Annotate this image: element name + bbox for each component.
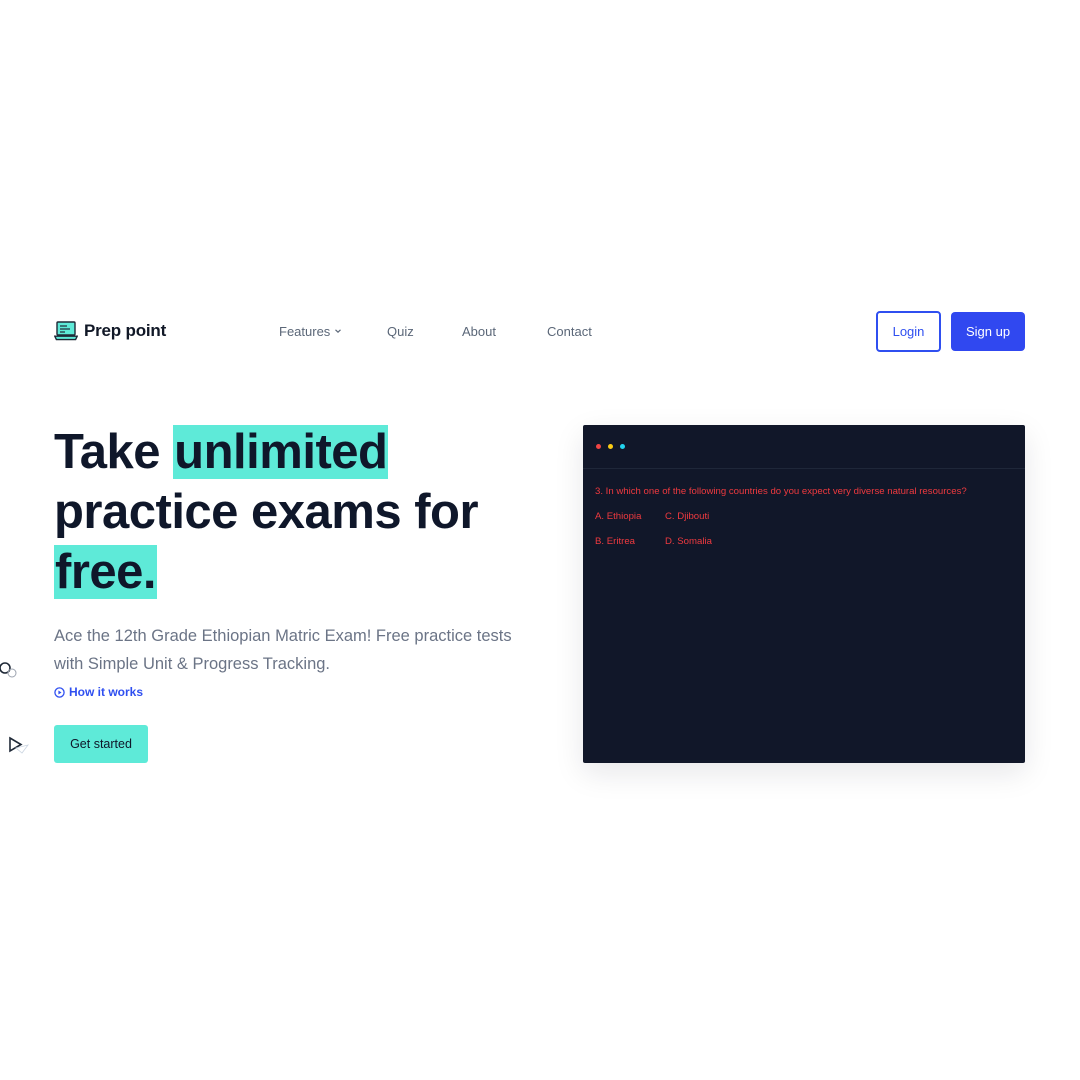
laptop-icon [54,321,78,341]
option-a[interactable]: A. Ethiopia [595,511,641,522]
option-d[interactable]: D. Somalia [665,536,712,547]
nav-quiz[interactable]: Quiz [387,324,462,339]
headline-part1: Take [54,425,174,479]
play-circle-icon [54,686,65,698]
window-dot-cyan [620,444,625,449]
get-started-button[interactable]: Get started [54,725,148,763]
question-text: 3. In which one of the following countri… [595,486,967,497]
main-nav: Features Quiz About Contact [279,322,592,340]
headline-highlight-free: free. [54,545,158,599]
nav-features-label: Features [279,323,331,339]
nav-contact[interactable]: Contact [547,324,592,339]
headline-highlight-unlimited: unlimited [173,425,389,479]
decorative-play-icon [9,736,29,754]
nav-contact-label: Contact [547,323,592,339]
nav-about-label: About [462,323,496,339]
hero-headline: Take unlimited practice exams for free. [54,422,524,602]
option-c[interactable]: C. Djibouti [665,511,709,522]
decorative-circles-icon [0,662,17,678]
window-titlebar [583,425,1025,469]
signup-button[interactable]: Sign up [951,312,1025,351]
window-dot-red [596,444,601,449]
option-b[interactable]: B. Eritrea [595,536,635,547]
brand-logo[interactable]: Prep point [54,318,166,344]
nav-features[interactable]: Features [279,324,387,339]
how-it-works-link[interactable]: How it works [54,685,143,699]
chevron-down-icon [335,329,342,334]
login-button[interactable]: Login [876,311,941,352]
brand-name: Prep point [84,321,167,340]
headline-part2: practice exams for [54,485,479,539]
how-it-works-label: How it works [69,685,144,699]
hero-subtitle: Ace the 12th Grade Ethiopian Matric Exam… [54,627,512,673]
question-window: 3. In which one of the following countri… [583,425,1025,763]
nav-quiz-label: Quiz [387,323,414,339]
nav-about[interactable]: About [462,324,547,339]
window-dot-yellow [608,444,613,449]
